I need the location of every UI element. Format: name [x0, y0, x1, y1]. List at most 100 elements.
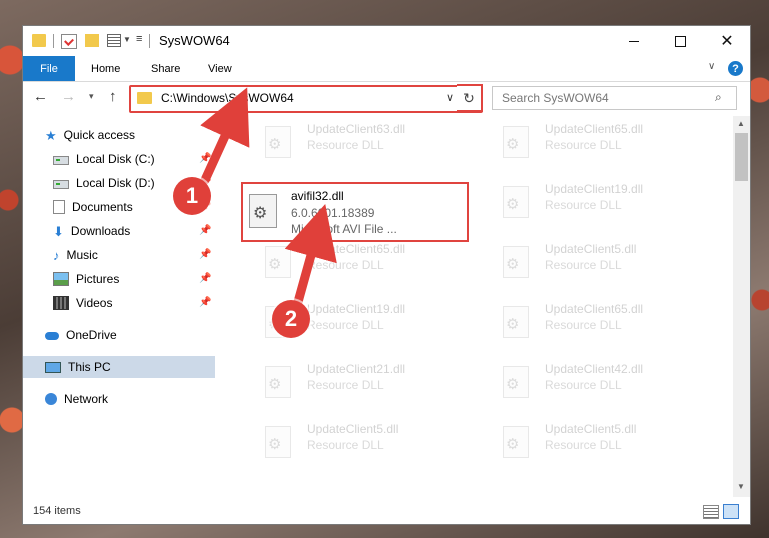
close-button[interactable]: ✕	[704, 26, 750, 56]
recent-locations-button[interactable]: ▾	[89, 91, 94, 102]
customize-toolbar-icon[interactable]: ≡	[136, 33, 142, 45]
sidebar-item-videos[interactable]: Videos	[53, 292, 112, 314]
window-title: SysWOW64	[159, 33, 230, 48]
pin-icon[interactable]: 📌	[199, 153, 211, 164]
large-icons-view-icon[interactable]	[723, 504, 739, 519]
dll-file-icon	[265, 246, 291, 278]
file-description: Resource DLL	[307, 318, 384, 332]
sidebar-item-label: Music	[66, 248, 98, 262]
file-description: Resource DLL	[307, 258, 384, 272]
tab-file[interactable]: File	[23, 56, 75, 81]
drive-icon	[53, 180, 69, 189]
onedrive-icon	[45, 332, 59, 340]
scrollbar-thumb[interactable]	[735, 133, 748, 181]
sidebar-item-label: Network	[64, 392, 109, 406]
this-pc-icon	[45, 361, 61, 373]
new-folder-icon[interactable]	[85, 34, 99, 47]
file-name: UpdateClient19.dll	[545, 182, 644, 196]
folder-icon	[32, 34, 46, 47]
star-icon: ★	[45, 127, 57, 143]
list-item[interactable]: UpdateClient19.dll Resource DLL	[479, 180, 699, 228]
list-item[interactable]: UpdateClient65.dll Resource DLL	[241, 240, 461, 288]
folder-icon	[137, 92, 152, 104]
highlighted-file-avifil32[interactable]: avifil32.dll 6.0.6001.18389 Microsoft AV…	[241, 182, 469, 242]
sidebar-item-onedrive[interactable]: OneDrive	[45, 324, 117, 346]
chevron-down-icon[interactable]: ▼	[123, 35, 131, 44]
navigation-pane: ★ Quick access Local Disk (C:) 📌 Local D…	[23, 116, 215, 501]
file-version: 6.0.6001.18389	[291, 206, 375, 220]
sidebar-item-this-pc[interactable]: This PC	[23, 356, 215, 378]
search-icon[interactable]: ⌕	[715, 90, 722, 105]
pin-icon[interactable]: 📌	[199, 225, 211, 236]
drive-icon	[53, 156, 69, 165]
help-icon[interactable]: ?	[728, 61, 743, 76]
pictures-icon	[53, 272, 69, 286]
list-item[interactable]: UpdateClient42.dll Resource DLL	[479, 360, 699, 408]
videos-icon	[53, 296, 69, 310]
list-item[interactable]: UpdateClient63.dll Resource DLL	[241, 120, 461, 168]
dll-file-icon	[503, 126, 529, 158]
scroll-up-icon[interactable]: ▲	[737, 119, 745, 128]
tab-view[interactable]: View	[208, 56, 232, 81]
downloads-icon: ⬇	[53, 223, 64, 239]
vertical-scrollbar[interactable]: ▲ ▼	[733, 116, 750, 497]
title-bar: ▼ ≡ SysWOW64 ✕	[23, 26, 750, 56]
list-item[interactable]: UpdateClient21.dll Resource DLL	[241, 360, 461, 408]
file-name: UpdateClient5.dll	[307, 422, 399, 436]
details-view-icon[interactable]	[703, 505, 719, 519]
dll-file-icon	[503, 306, 529, 338]
scroll-down-icon[interactable]: ▼	[737, 482, 745, 491]
file-explorer-window: ▼ ≡ SysWOW64 ✕ File Home Share View ∨ ? …	[22, 25, 751, 525]
file-name: avifil32.dll	[291, 189, 344, 203]
tab-home[interactable]: Home	[91, 56, 120, 81]
file-description: Resource DLL	[545, 438, 622, 452]
sidebar-item-music[interactable]: ♪ Music	[53, 244, 98, 266]
ribbon: File Home Share View ∨ ?	[23, 56, 750, 82]
forward-button[interactable]: →	[61, 88, 76, 105]
view-options-icon[interactable]	[107, 34, 121, 47]
dll-file-icon	[249, 194, 277, 228]
file-description: Resource DLL	[545, 138, 622, 152]
maximize-button[interactable]	[657, 26, 703, 56]
pin-icon[interactable]: 📌	[199, 297, 211, 308]
refresh-button[interactable]: ↻	[457, 84, 483, 112]
documents-icon	[53, 200, 65, 214]
sidebar-item-downloads[interactable]: ⬇ Downloads	[53, 220, 130, 242]
address-path[interactable]: C:\Windows\SysWOW64	[161, 91, 294, 105]
tab-share[interactable]: Share	[151, 56, 180, 81]
list-item[interactable]: UpdateClient5.dll Resource DLL	[241, 420, 461, 468]
expand-ribbon-icon[interactable]: ∨	[708, 61, 715, 72]
file-description: Resource DLL	[545, 258, 622, 272]
pin-icon[interactable]: 📌	[199, 249, 211, 260]
list-item[interactable]: UpdateClient65.dll Resource DLL	[479, 300, 699, 348]
sidebar-item-label: OneDrive	[66, 328, 117, 342]
sidebar-item-network[interactable]: Network	[45, 388, 108, 410]
sidebar-item-documents[interactable]: Documents	[53, 196, 133, 218]
sidebar-item-pictures[interactable]: Pictures	[53, 268, 119, 290]
list-item[interactable]: UpdateClient5.dll Resource DLL	[479, 240, 699, 288]
address-bar[interactable]: C:\Windows\SysWOW64 ∨	[129, 85, 483, 113]
sidebar-item-quick-access[interactable]: ★ Quick access	[45, 124, 135, 146]
divider	[53, 34, 54, 48]
step-1-badge: 1	[173, 177, 211, 215]
sidebar-item-local-disk-d[interactable]: Local Disk (D:)	[53, 172, 155, 194]
up-button[interactable]: ↑	[109, 88, 117, 105]
file-description: Resource DLL	[545, 198, 622, 212]
chevron-down-icon[interactable]: ∨	[446, 91, 454, 104]
back-button[interactable]: ←	[33, 88, 48, 105]
properties-icon[interactable]	[61, 34, 77, 49]
dll-file-icon	[503, 366, 529, 398]
sidebar-item-local-disk-c[interactable]: Local Disk (C:)	[53, 148, 155, 170]
file-name: UpdateClient65.dll	[545, 302, 644, 316]
pin-icon[interactable]: 📌	[199, 273, 211, 284]
dll-file-icon	[265, 426, 291, 458]
item-count: 154 items	[33, 505, 81, 517]
file-name: UpdateClient65.dll	[307, 242, 406, 256]
step-2-badge: 2	[272, 300, 310, 338]
list-item[interactable]: UpdateClient65.dll Resource DLL	[479, 120, 699, 168]
search-input[interactable]: Search SysWOW64 ⌕	[492, 86, 737, 110]
list-item[interactable]: UpdateClient5.dll Resource DLL	[479, 420, 699, 468]
sidebar-item-label: Pictures	[76, 272, 120, 286]
search-placeholder: Search SysWOW64	[502, 91, 609, 105]
minimize-button[interactable]	[611, 26, 657, 56]
